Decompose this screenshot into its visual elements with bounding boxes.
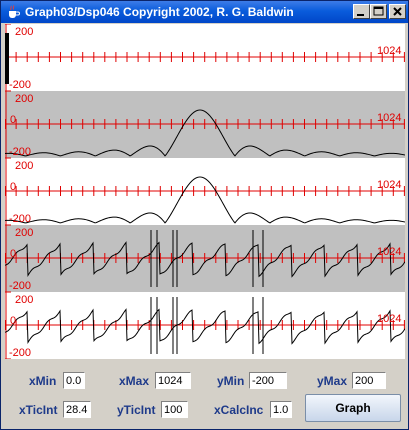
plot-area: 200 1024 -200 200 0 1024 -200 200 0 1024…	[5, 24, 405, 362]
zero-label: 0	[10, 114, 17, 126]
title-bar[interactable]: Graph03/Dsp046 Copyright 2002, R. G. Bal…	[1, 1, 408, 23]
ymax-label: 200	[15, 160, 34, 172]
ymin-label: -200	[9, 347, 32, 359]
close-icon	[393, 7, 402, 16]
minimize-button[interactable]	[353, 4, 370, 19]
xmax-label: 1024	[377, 112, 402, 124]
plot-panel-input-impulse: 200 1024 -200	[5, 24, 405, 91]
maximize-button[interactable]	[370, 4, 387, 19]
plot-panel-phase-spectrum: 200 0 1024 -200	[5, 225, 405, 292]
minimize-icon	[357, 14, 364, 16]
java-cup-icon	[9, 5, 20, 18]
ymax-label: 200	[15, 294, 34, 306]
ymin-field[interactable]	[249, 372, 287, 389]
ymax-label: 200	[15, 26, 34, 38]
xmax-field[interactable]	[155, 372, 191, 389]
close-button[interactable]	[389, 4, 406, 19]
xmax-label: 1024	[377, 246, 402, 258]
ymin-label: -200	[9, 146, 32, 158]
window-title: Graph03/Dsp046 Copyright 2002, R. G. Bal…	[25, 5, 294, 19]
plot-svg-phase-spectrum	[5, 225, 405, 292]
signal-trace	[5, 109, 405, 157]
ymin-label: -200	[9, 213, 32, 225]
xcalcinc-label: xCalcInc	[214, 403, 264, 417]
xcalcinc-field[interactable]	[270, 401, 292, 418]
ymin-label: -200	[9, 280, 32, 292]
zero-label: 0	[10, 248, 17, 260]
xticint-field[interactable]	[63, 401, 91, 418]
yticint-field[interactable]	[161, 401, 188, 418]
ymin-label: -200	[9, 79, 32, 91]
xticint-label: xTicInt	[19, 403, 58, 417]
xmax-label: 1024	[377, 179, 402, 191]
plot-panel-phase-spectrum-2: 200 0 1024 -200	[5, 292, 405, 359]
plot-panel-magnitude-spectrum-2: 200 0 1024 -200	[5, 158, 405, 225]
application-window: Graph03/Dsp046 Copyright 2002, R. G. Bal…	[0, 0, 409, 430]
maximize-icon	[373, 6, 384, 16]
ymax-field[interactable]	[352, 372, 386, 389]
yticint-label: yTicInt	[117, 403, 156, 417]
xmin-field[interactable]	[63, 372, 85, 389]
ymax-label: yMax	[317, 374, 348, 388]
impulse-mark	[5, 33, 9, 84]
xmin-label: xMin	[29, 374, 57, 388]
xmax-label: 1024	[377, 313, 402, 325]
graph-button[interactable]: Graph	[305, 394, 401, 422]
xmax-label: xMax	[119, 374, 150, 388]
zero-label: 0	[10, 181, 17, 193]
plot-svg-magnitude-spectrum	[5, 91, 405, 158]
plot-panel-magnitude-spectrum: 200 0 1024 -200	[5, 91, 405, 158]
plot-svg-input-impulse	[5, 24, 405, 91]
plot-svg-phase-spectrum-2	[5, 292, 405, 359]
xmax-label: 1024	[377, 45, 402, 57]
zero-label: 0	[10, 315, 17, 327]
ymax-label: 200	[15, 93, 34, 105]
control-panel: xMin xMax yMin yMax xTicInt yTicInt xCal…	[5, 363, 405, 427]
ymax-label: 200	[15, 227, 34, 239]
ymin-label: yMin	[217, 374, 245, 388]
plot-svg-magnitude-spectrum-2	[5, 158, 405, 225]
signal-trace	[5, 176, 405, 224]
